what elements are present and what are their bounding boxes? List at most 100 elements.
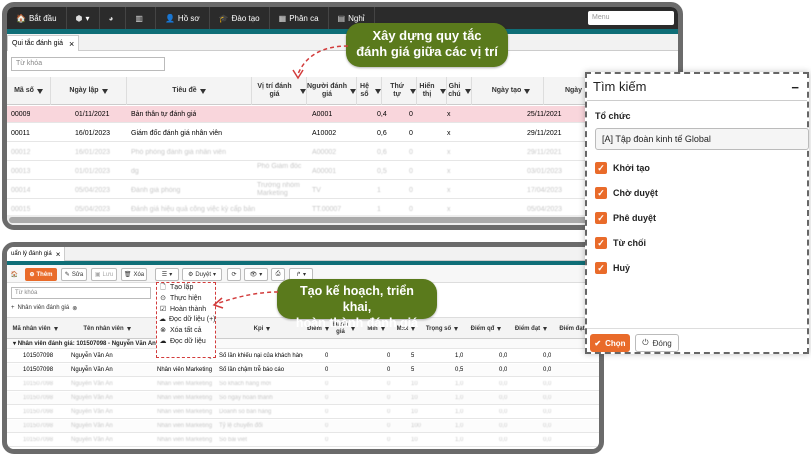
- group-row[interactable]: ▾ Nhân viên đánh giá: 101507098 - Nguyễn…: [7, 339, 599, 349]
- menu-item[interactable]: 🎓 Đào tạo: [210, 7, 270, 29]
- filter-icon[interactable]: [101, 88, 108, 94]
- cell-tieu_de: Phó phòng đánh giá nhân viên: [131, 149, 226, 156]
- filter-icon[interactable]: [465, 88, 471, 94]
- scrollbar-thumb[interactable]: [9, 217, 669, 223]
- checkbox-checked-icon[interactable]: ✓: [595, 262, 607, 274]
- cell-ts: 1,0: [455, 423, 464, 429]
- table-row[interactable]: 00012 16/01/2023 Phó phòng đánh giá nhân v…: [7, 144, 678, 161]
- checkbox-checked-icon[interactable]: ✓: [595, 187, 607, 199]
- filter-icon[interactable]: [126, 327, 131, 331]
- tab-bar: uẩn lý đánh giá ×: [7, 247, 599, 261]
- table-row[interactable]: 00009 01/11/2021 Bản thân tự đánh giá A0001…: [7, 106, 678, 123]
- org-select[interactable]: [A] Tập đoàn kinh tế Global: [595, 128, 809, 150]
- search-input[interactable]: Từ khóa: [11, 287, 151, 299]
- menu-item[interactable]: ▥: [126, 7, 156, 29]
- filter-icon[interactable]: [199, 88, 206, 94]
- menu-item[interactable]: ▦ Phân ca: [270, 7, 329, 29]
- column-header[interactable]: Hệ số: [357, 77, 382, 105]
- close-icon[interactable]: ×: [69, 39, 74, 49]
- table-row[interactable]: 101507098Nguyễn Văn AnNhân viên Marketin…: [7, 378, 599, 391]
- close-icon[interactable]: ×: [56, 250, 61, 259]
- table-row[interactable]: 101507098Nguyễn Văn AnNhân viên Marketin…: [7, 434, 599, 447]
- close-button[interactable]: ⏻ Đóng: [635, 334, 679, 352]
- column-header[interactable]: Trọng số: [425, 318, 459, 340]
- column-header[interactable]: Hiển thị: [417, 77, 447, 105]
- filter-icon[interactable]: [36, 88, 43, 94]
- menu-item[interactable]: 👤 Hồ sơ: [156, 7, 210, 29]
- menu-item[interactable]: ☑ Hoàn thành: [157, 305, 215, 316]
- cell-min: 0: [387, 381, 391, 387]
- menu-item[interactable]: ⬢ ▾: [67, 7, 100, 29]
- filter-icon[interactable]: [440, 88, 446, 94]
- menu-item[interactable]: ☁ Đọc dữ liệu (+): [157, 315, 216, 326]
- approve-button[interactable]: ⚙ Duyệt ▾: [182, 268, 222, 281]
- menu-item[interactable]: ⊙ Thực hiện: [157, 294, 215, 305]
- print-button[interactable]: ⎙: [271, 268, 285, 281]
- column-header[interactable]: Điểm qđ: [467, 318, 505, 340]
- tab-evaluation[interactable]: uẩn lý đánh giá ×: [7, 247, 66, 261]
- menu-item[interactable]: ⊗ Xóa tất cả: [157, 326, 215, 337]
- filter-icon[interactable]: [454, 327, 459, 331]
- menu-item[interactable]: 🗋 Tạo lập: [157, 283, 215, 294]
- column-header[interactable]: Ngày tạo: [479, 77, 544, 105]
- column-header[interactable]: Tiêu đề: [127, 77, 252, 105]
- view-button[interactable]: 👁 ▾: [244, 268, 268, 281]
- checkbox-checked-icon[interactable]: ✓: [595, 212, 607, 224]
- add-button[interactable]: ⊕ Thêm: [25, 268, 57, 281]
- column-header[interactable]: Mã số: [7, 77, 51, 105]
- column-header[interactable]: Điểm đạt: [512, 318, 550, 340]
- table-row[interactable]: 101507098Nguyễn Văn AnNhân viên Marketin…: [7, 420, 599, 433]
- search-input[interactable]: Từ khóa: [11, 57, 165, 71]
- table-row[interactable]: 00014 05/04/2023 Đánh giá phòng Trưởng nhóm…: [7, 182, 678, 199]
- tab-rule[interactable]: Qui tắc đánh giá ×: [7, 35, 80, 51]
- choose-button[interactable]: ✔ Chọn: [590, 334, 630, 352]
- filter-icon[interactable]: [300, 88, 306, 94]
- menu-label: Hồ sơ: [177, 13, 200, 23]
- filter-icon[interactable]: [350, 88, 356, 94]
- column-header[interactable]: Ngày lập: [51, 77, 127, 105]
- filter-icon[interactable]: [266, 327, 271, 331]
- menu-item[interactable]: ☁ Đọc dữ liệu: [157, 337, 215, 348]
- close-icon[interactable]: ⊗: [72, 305, 77, 312]
- horizontal-scrollbar[interactable]: [7, 215, 678, 225]
- table-row[interactable]: 00011 16/01/2023 Giám đốc đánh giá nhân vi…: [7, 125, 678, 142]
- filter-chip[interactable]: + Nhân viên đánh giá ⊗: [11, 303, 77, 313]
- filter-icon[interactable]: [53, 327, 58, 331]
- chart-icon: ▥: [135, 13, 143, 23]
- table-row[interactable]: 101507098Nguyễn Văn AnNhân viên Marketin…: [7, 448, 599, 449]
- table-row[interactable]: 101507098Nguyễn Văn AnNhân viên Marketin…: [7, 364, 599, 377]
- save-button[interactable]: ▣ Lưu: [91, 268, 117, 281]
- table-row[interactable]: 101507098Nguyễn Văn AnNhân viên Marketin…: [7, 350, 599, 363]
- filter-icon[interactable]: [543, 327, 548, 331]
- column-header[interactable]: Tên nhân viên: [67, 318, 147, 340]
- table-row[interactable]: 101507098Nguyễn Văn AnNhân viên Marketin…: [7, 406, 599, 419]
- workflow-menu-button[interactable]: ☰ ▾: [155, 268, 179, 281]
- delete-button[interactable]: 🗑 Xóa: [121, 268, 147, 281]
- cell-qd: 0,0: [499, 395, 508, 401]
- filter-icon[interactable]: [497, 327, 502, 331]
- status-checkbox[interactable]: ✓ Chờ duyệt: [595, 185, 658, 201]
- table-row[interactable]: 00013 01/01/2023 dg Phó Giám đốc A00001 0,5 0 x…: [7, 163, 678, 180]
- minimize-icon[interactable]: −: [791, 80, 799, 95]
- checkbox-checked-icon[interactable]: ✓: [595, 162, 607, 174]
- status-checkbox[interactable]: ✓ Từ chối: [595, 235, 646, 251]
- column-header[interactable]: Mã nhân viên: [7, 318, 63, 340]
- column-header[interactable]: Ghi chú: [447, 77, 472, 105]
- menu-item[interactable]: 🏠 Bắt đầu: [7, 7, 67, 29]
- menu-search-input[interactable]: Menu: [588, 11, 674, 25]
- column-header[interactable]: Thứ tự: [387, 77, 417, 105]
- table-row[interactable]: 101507098Nguyễn Văn AnNhân viên Marketin…: [7, 392, 599, 405]
- cell-diem: 0: [325, 367, 329, 373]
- status-checkbox[interactable]: ✓ Khởi tạo: [595, 160, 650, 176]
- home-icon[interactable]: 🏠: [9, 268, 20, 281]
- status-checkbox[interactable]: ✓ Huỷ: [595, 260, 630, 276]
- refresh-button[interactable]: ⟳: [227, 268, 241, 281]
- menu-item[interactable]: ◕: [100, 7, 127, 29]
- edit-button[interactable]: ✎ Sửa: [61, 268, 87, 281]
- filter-icon[interactable]: [410, 88, 416, 94]
- checkbox-checked-icon[interactable]: ✓: [595, 237, 607, 249]
- status-checkbox[interactable]: ✓ Phê duyệt: [595, 210, 656, 226]
- menu-label: Bắt đầu: [28, 13, 57, 23]
- filter-icon[interactable]: [524, 88, 531, 94]
- filter-icon[interactable]: [375, 88, 381, 94]
